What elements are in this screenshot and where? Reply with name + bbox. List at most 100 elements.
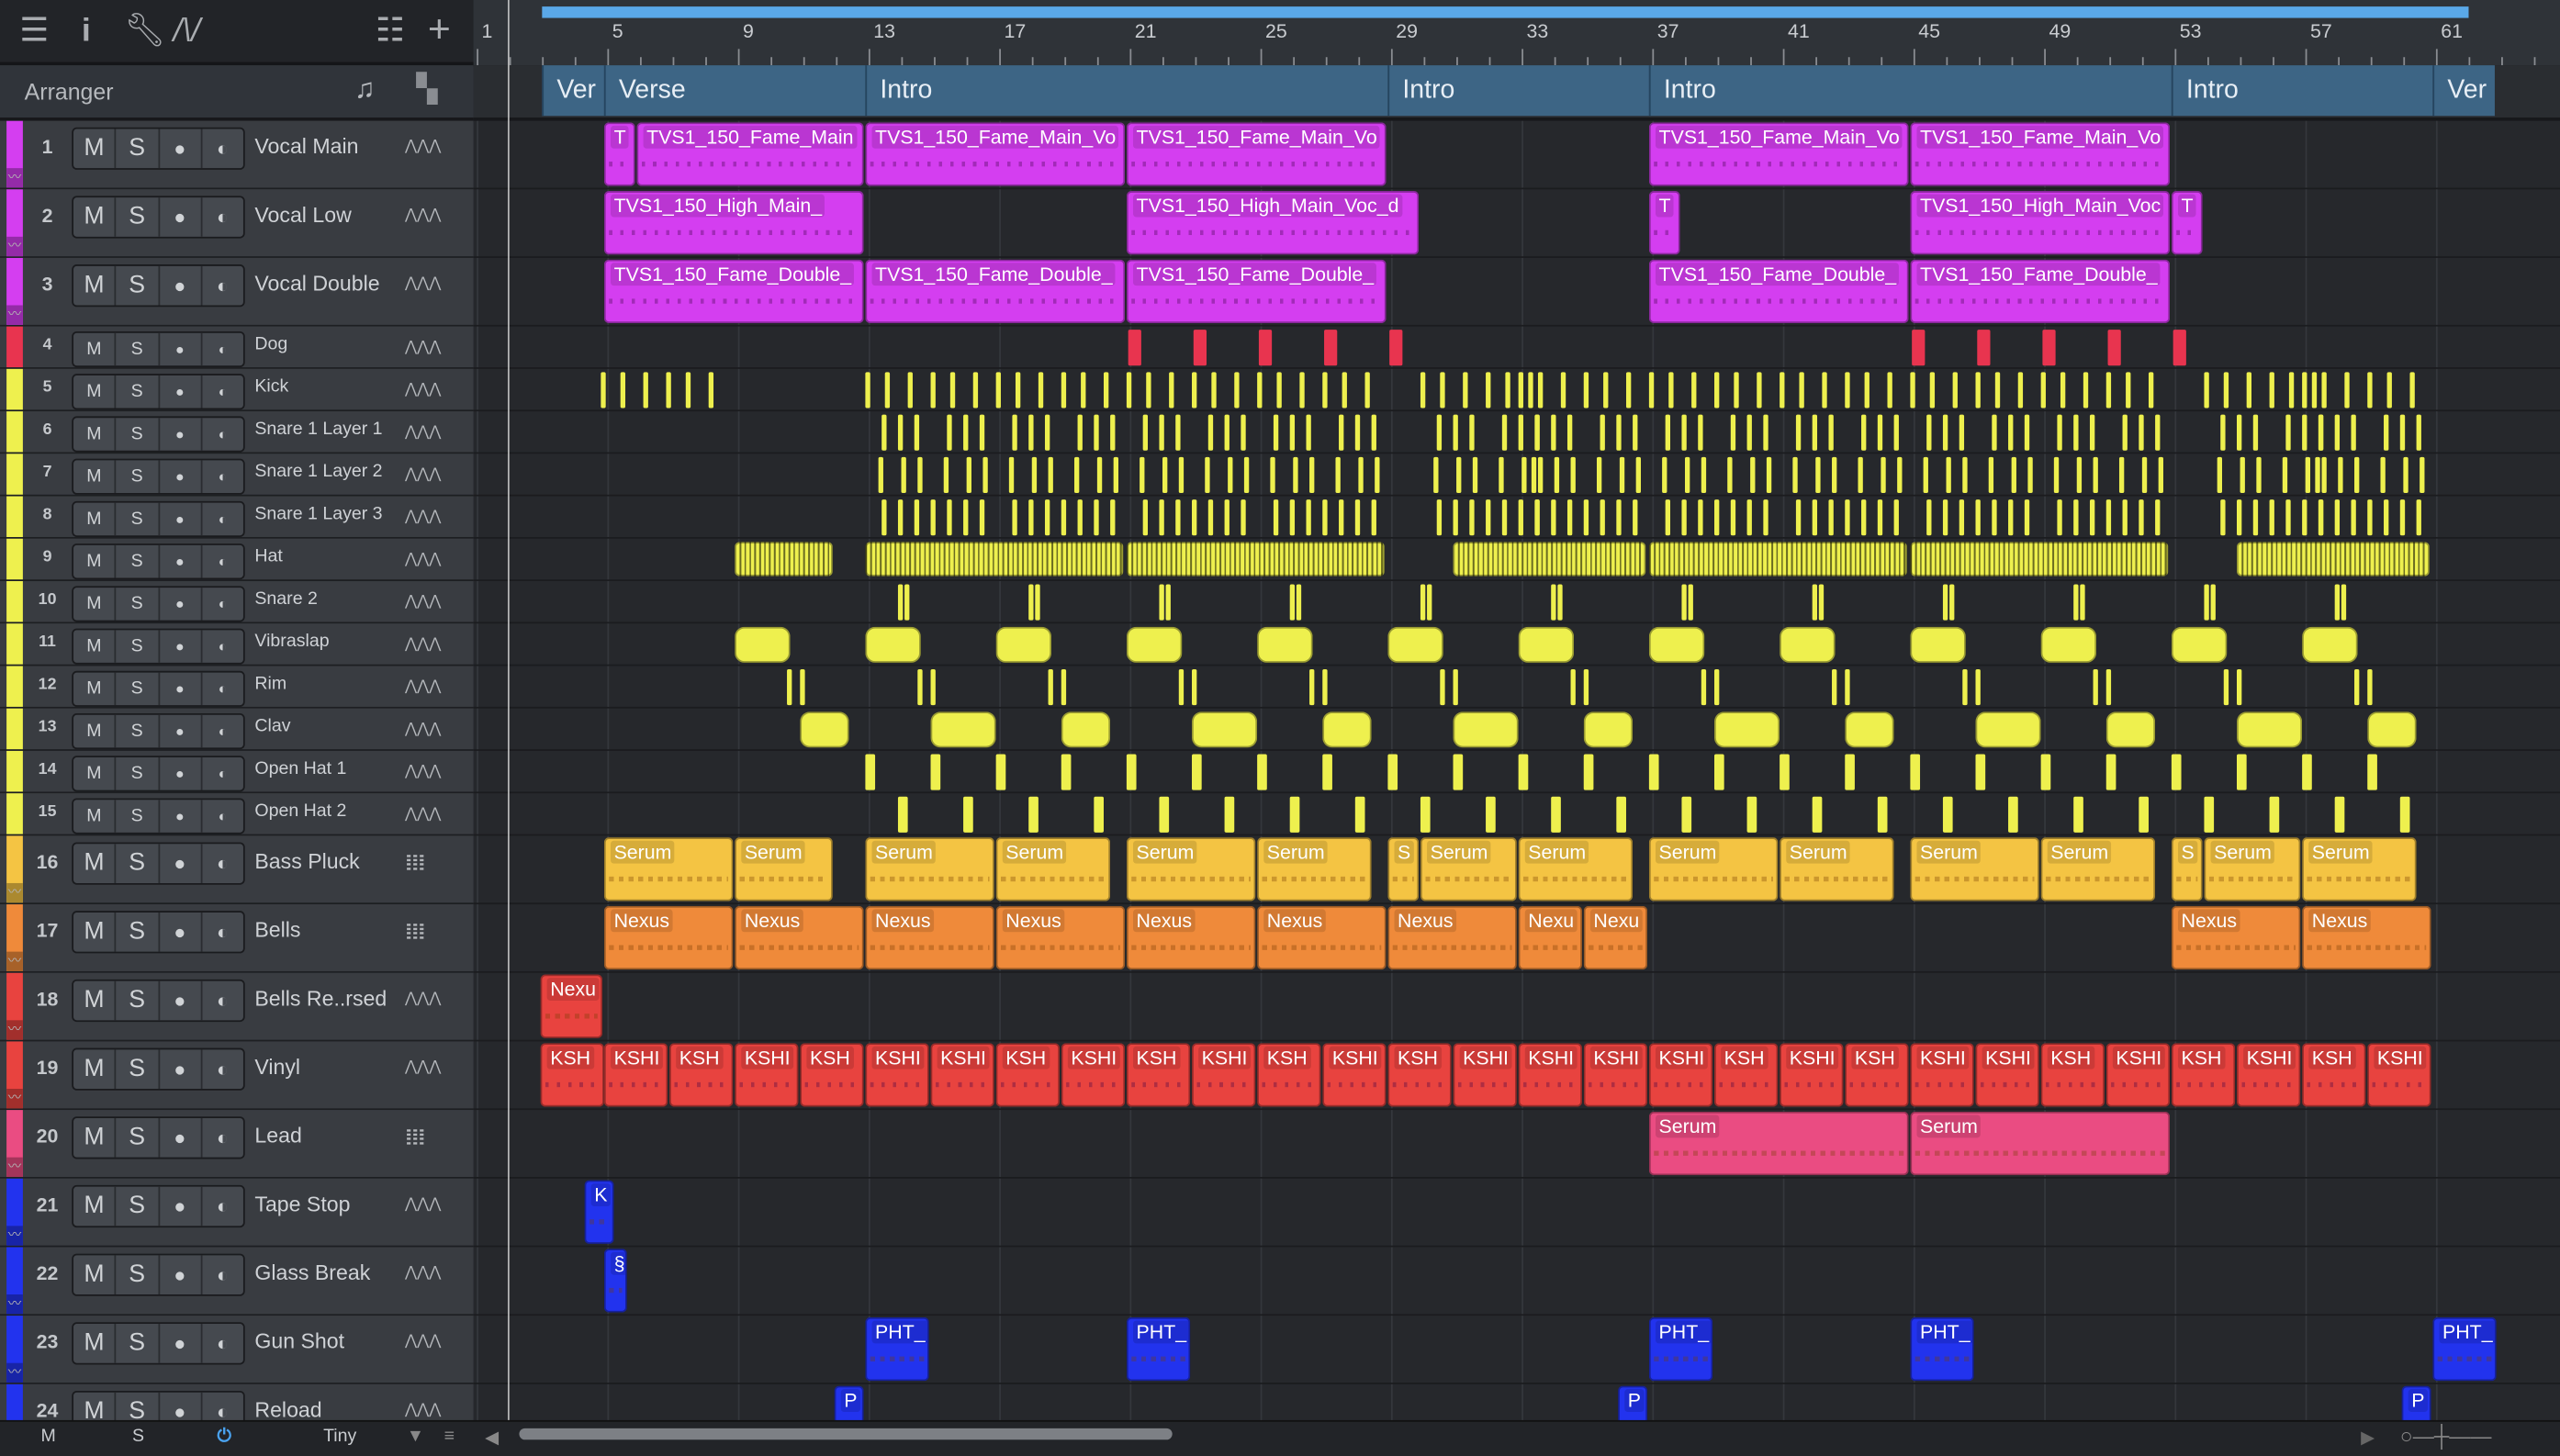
hit-clip[interactable] (1289, 796, 1300, 833)
monitor-button[interactable]: ◐ (202, 1324, 243, 1363)
hit-clip[interactable] (1061, 669, 1067, 706)
hit-clip[interactable] (2409, 372, 2415, 409)
track-header-kick[interactable]: 5 M S ● ◐ Kick ⋀⋀⋀ (0, 368, 474, 412)
clip[interactable]: T (603, 122, 635, 186)
hit-clip[interactable] (865, 754, 876, 790)
global-solo-button[interactable]: S (132, 1427, 144, 1446)
hit-clip[interactable] (2252, 499, 2259, 536)
hit-clip[interactable] (2416, 499, 2421, 536)
wrench-icon[interactable]: 🔧︎ (124, 13, 165, 49)
track-name[interactable]: Tape Stop (254, 1192, 350, 1216)
hit-clip[interactable] (1028, 499, 1034, 536)
hit-clip[interactable] (1962, 456, 1968, 493)
record-arm-button[interactable]: ● (159, 1049, 203, 1089)
clip[interactable] (1322, 711, 1372, 748)
hit-clip[interactable] (2008, 796, 2018, 833)
solo-button[interactable]: S (117, 714, 160, 748)
hit-clip[interactable] (2351, 414, 2356, 451)
clip[interactable]: Nexus (1257, 905, 1387, 970)
hit-clip[interactable] (1910, 372, 1915, 409)
clip[interactable] (1453, 542, 1646, 577)
hit-clip[interactable] (1648, 372, 1655, 409)
hit-clip[interactable] (1436, 414, 1443, 451)
hit-clip[interactable] (2321, 456, 2327, 493)
solo-button[interactable]: S (117, 375, 160, 409)
monitor-button[interactable]: ◐ (202, 129, 243, 168)
hit-clip[interactable] (1926, 414, 1932, 451)
solo-button[interactable]: S (117, 1324, 160, 1363)
marker-intro[interactable]: Intro (2171, 65, 2433, 117)
hit-clip[interactable] (1763, 499, 1768, 536)
mute-button[interactable]: M (73, 1049, 117, 1089)
hit-clip[interactable] (800, 669, 805, 706)
track-lane[interactable] (473, 368, 2560, 412)
hit-clip[interactable] (1845, 499, 1850, 536)
track-lane[interactable] (473, 496, 2560, 539)
hit-clip[interactable] (1528, 372, 1533, 409)
hit-clip[interactable] (1616, 796, 1626, 833)
hit-clip[interactable] (1440, 372, 1445, 409)
clip[interactable]: KSHI (2105, 1043, 2171, 1107)
record-arm-button[interactable]: ● (159, 630, 203, 663)
hit-clip[interactable] (1583, 669, 1589, 706)
hit-clip[interactable] (1812, 414, 1818, 451)
clip[interactable] (2105, 711, 2156, 748)
hit-clip[interactable] (1012, 414, 1017, 451)
track-name[interactable]: Dog (254, 335, 287, 354)
hit-clip[interactable] (2024, 414, 2030, 451)
hit-clip[interactable] (1193, 330, 1207, 366)
track-header-open-hat-2[interactable]: 15 M S ● ◐ Open Hat 2 ⋀⋀⋀ (0, 793, 474, 836)
hit-clip[interactable] (2210, 584, 2216, 621)
hit-clip[interactable] (1420, 796, 1431, 833)
hit-clip[interactable] (1192, 372, 1197, 409)
hit-clip[interactable] (1044, 414, 1050, 451)
hit-clip[interactable] (972, 372, 979, 409)
hit-clip[interactable] (1433, 456, 1439, 493)
hit-clip[interactable] (2285, 499, 2291, 536)
hit-clip[interactable] (1691, 372, 1697, 409)
hit-clip[interactable] (1557, 584, 1563, 621)
track-lane[interactable]: Serum Serum (473, 1110, 2560, 1179)
hit-clip[interactable] (1113, 456, 1118, 493)
hit-clip[interactable] (1228, 456, 1233, 493)
hit-clip[interactable] (1142, 414, 1149, 451)
hit-clip[interactable] (1296, 584, 1302, 621)
track-header-open-hat-1[interactable]: 14 M S ● ◐ Open Hat 1 ⋀⋀⋀ (0, 750, 474, 794)
record-arm-button[interactable]: ● (159, 375, 203, 409)
hit-clip[interactable] (1684, 456, 1690, 493)
track-lane[interactable]: Serum Serum Serum Serum Serum Serum S Serum Seru… (473, 835, 2560, 905)
hit-clip[interactable] (2105, 754, 2116, 790)
hit-clip[interactable] (1992, 499, 1997, 536)
hit-clip[interactable] (995, 372, 1001, 409)
hit-clip[interactable] (963, 414, 969, 451)
hit-clip[interactable] (1224, 414, 1229, 451)
clip[interactable]: TVS1_150_Fame_Main_Vo (1910, 122, 2171, 186)
hit-clip[interactable] (1486, 796, 1496, 833)
track-lane[interactable]: K (473, 1178, 2560, 1248)
hit-clip[interactable] (1035, 584, 1040, 621)
clip[interactable]: TVS1_150_Fame_Double_ (865, 259, 1126, 324)
hit-clip[interactable] (1165, 584, 1171, 621)
track-header-vocal-low[interactable]: 〰 2 M S ● ◐ Vocal Low ⋀⋀⋀ (0, 189, 474, 258)
clip[interactable]: Nexus (1126, 905, 1256, 970)
hit-clip[interactable] (1309, 456, 1315, 493)
hit-clip[interactable] (2399, 796, 2410, 833)
clip[interactable]: Serum (603, 837, 734, 902)
hit-clip[interactable] (1364, 372, 1370, 409)
hit-clip[interactable] (1389, 330, 1403, 366)
clip[interactable]: TVS1_150_Fame_Main_Vo (1126, 122, 1387, 186)
mute-button[interactable]: M (73, 197, 117, 237)
clip[interactable] (735, 626, 791, 663)
track-header-rim[interactable]: 12 M S ● ◐ Rim ⋀⋀⋀ (0, 666, 474, 709)
hit-clip[interactable] (1633, 499, 1638, 536)
track-lane[interactable]: Nexus Nexus Nexus Nexus Nexus Nexus Nexus Nexu N… (473, 904, 2560, 973)
clip[interactable] (1126, 542, 1385, 577)
hit-clip[interactable] (1175, 414, 1181, 451)
clip[interactable]: Nexus (735, 905, 864, 970)
hit-clip[interactable] (1358, 456, 1364, 493)
record-arm-button[interactable]: ● (159, 912, 203, 952)
hit-clip[interactable] (917, 669, 923, 706)
track-name[interactable]: Bells Re..rsed (254, 986, 387, 1011)
hit-clip[interactable] (1322, 372, 1328, 409)
hit-clip[interactable] (1436, 499, 1443, 536)
